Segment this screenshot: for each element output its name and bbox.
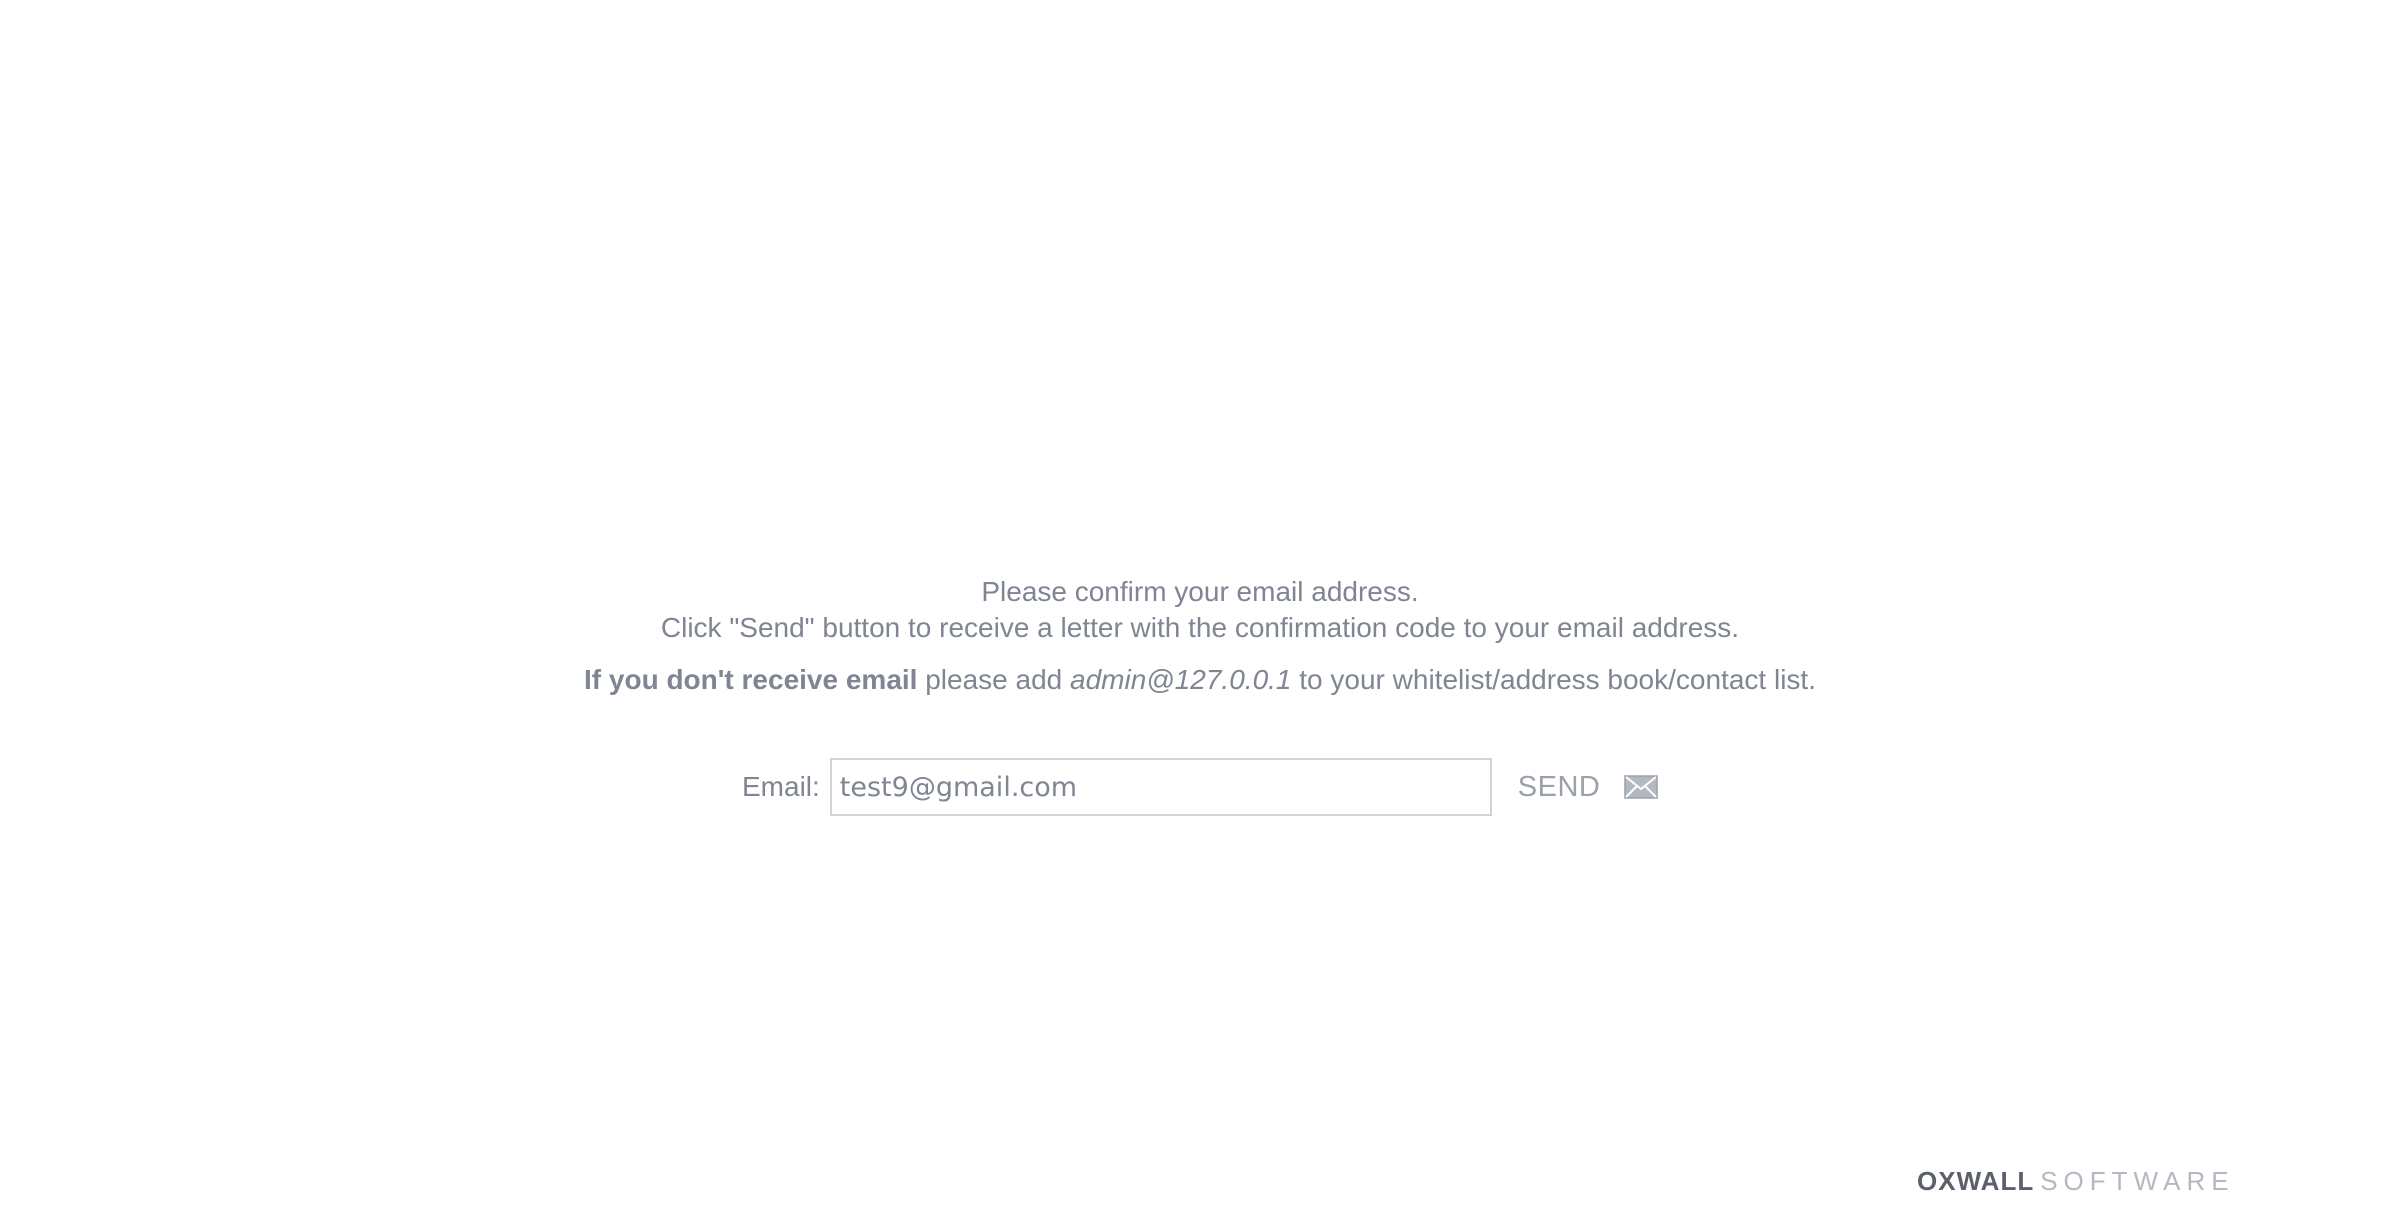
confirm-instructions: Click "Send" button to receive a letter …: [660, 612, 1740, 643]
brand-name-light: SOFTWARE: [2040, 1166, 2235, 1196]
send-button-label: SEND: [1517, 770, 1601, 803]
whitelist-note-bold: If you don't receive email: [584, 664, 918, 695]
send-button[interactable]: SEND: [1518, 771, 1659, 804]
confirm-heading: Please confirm your email address.: [981, 576, 1419, 607]
email-label: Email:: [742, 771, 820, 802]
email-form: Email: SEND: [742, 756, 1659, 818]
oxwall-logo: OXWALL SOFTWARE: [1917, 1166, 2235, 1197]
whitelist-note: If you don't receive email please add ad…: [0, 662, 2400, 698]
whitelist-note-end: to your whitelist/address book/contact l…: [1291, 664, 1816, 695]
admin-email: admin@127.0.0.1: [1070, 664, 1292, 695]
envelope-icon: [1624, 775, 1659, 799]
brand-name-bold: OXWALL: [1917, 1166, 2035, 1196]
whitelist-note-mid: please add: [917, 664, 1071, 695]
email-input[interactable]: [829, 758, 1492, 816]
